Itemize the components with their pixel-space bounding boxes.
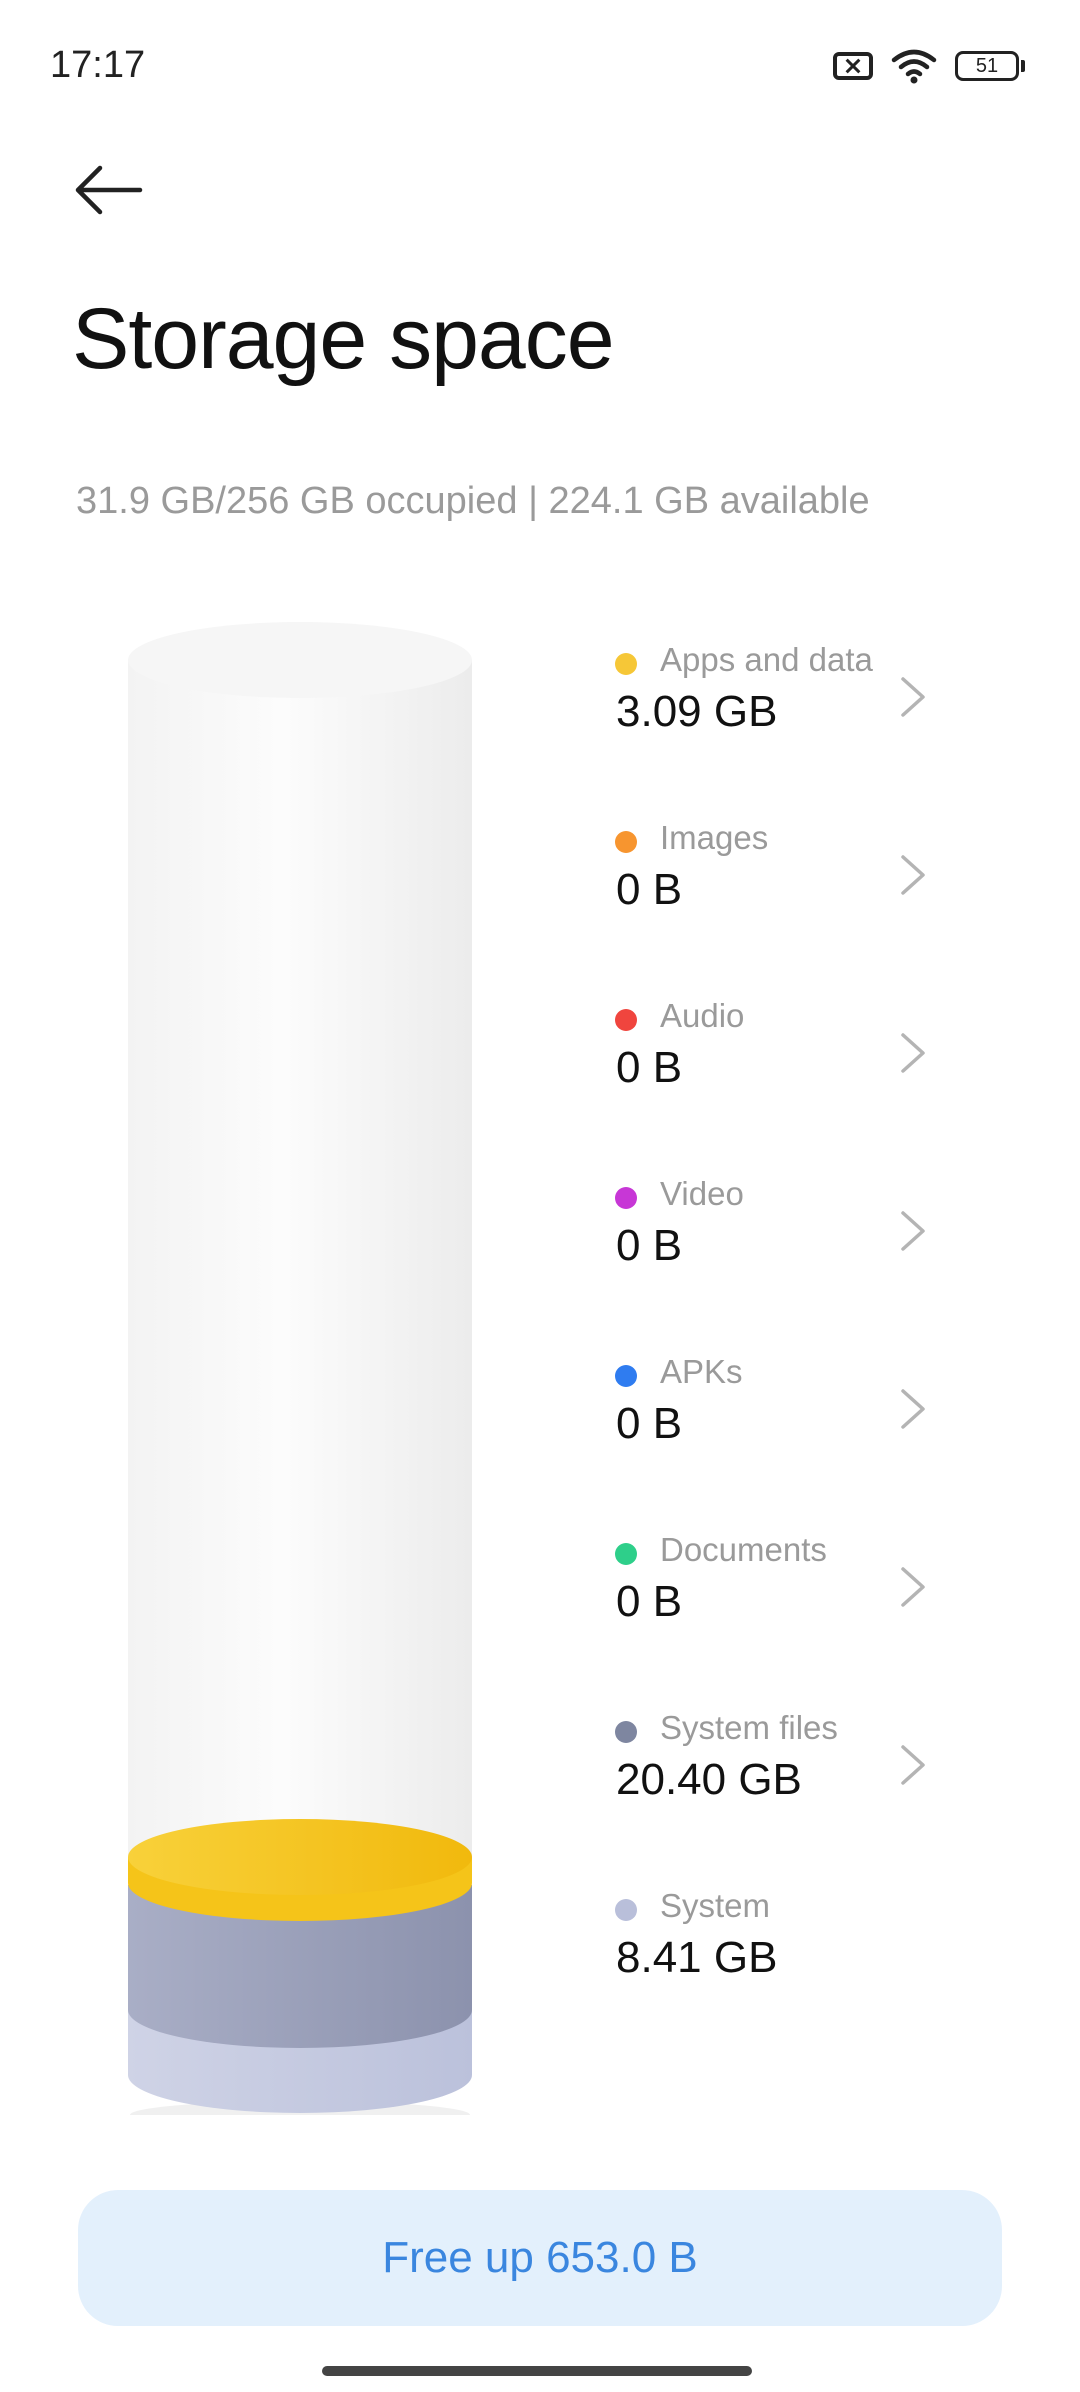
category-system: System 8.41 GB	[612, 1881, 942, 2059]
chevron-right-icon	[901, 855, 925, 895]
category-label: Video	[660, 1175, 744, 1212]
category-system-files[interactable]: System files 20.40 GB	[612, 1703, 942, 1881]
storage-cylinder-chart	[128, 622, 472, 2115]
category-label: Apps and data	[660, 641, 873, 678]
category-label: System files	[660, 1709, 838, 1746]
page-title: Storage space	[72, 291, 615, 387]
legend-dot	[615, 1721, 637, 1743]
legend-dot	[615, 653, 637, 675]
cylinder-top	[128, 622, 472, 698]
battery-tip	[1021, 60, 1025, 72]
arrow-left-icon	[75, 165, 143, 215]
category-value: 8.41 GB	[616, 1933, 778, 1982]
legend-dot	[615, 1899, 637, 1921]
category-label: System	[660, 1887, 771, 1924]
category-label: Audio	[660, 997, 745, 1034]
category-label: Documents	[660, 1531, 827, 1568]
category-value: 0 B	[616, 865, 683, 914]
category-documents[interactable]: Documents 0 B	[612, 1525, 942, 1703]
free-up-button[interactable]: Free up 653.0 B	[78, 2190, 1002, 2326]
sim-disabled-icon	[833, 52, 873, 80]
chevron-right-icon	[901, 1211, 925, 1251]
category-audio[interactable]: Audio 0 B	[612, 991, 942, 1169]
home-indicator[interactable]	[322, 2366, 752, 2376]
category-value: 0 B	[616, 1221, 683, 1270]
category-value: 3.09 GB	[616, 687, 778, 736]
legend-dot	[615, 831, 637, 853]
status-icons: 51	[833, 48, 1025, 84]
battery-icon: 51	[955, 51, 1025, 81]
category-apks[interactable]: APKs 0 B	[612, 1347, 942, 1525]
storage-summary: 31.9 GB/256 GB occupied | 224.1 GB avail…	[76, 480, 870, 522]
category-label: Images	[660, 819, 769, 856]
category-value: 20.40 GB	[616, 1755, 802, 1804]
category-label: APKs	[660, 1353, 743, 1390]
legend-dot	[615, 1543, 637, 1565]
chevron-right-icon	[901, 1745, 925, 1785]
category-list: Apps and data 3.09 GB Images 0 B Audio 0…	[612, 635, 942, 2059]
back-button[interactable]	[70, 155, 150, 225]
wifi-icon	[891, 49, 937, 84]
chevron-right-icon	[901, 677, 925, 717]
category-apps-and-data[interactable]: Apps and data 3.09 GB	[612, 635, 942, 813]
battery-level: 51	[955, 51, 1019, 81]
category-value: 0 B	[616, 1577, 683, 1626]
category-images[interactable]: Images 0 B	[612, 813, 942, 991]
chevron-right-icon	[901, 1389, 925, 1429]
legend-dot	[615, 1365, 637, 1387]
legend-dot	[615, 1009, 637, 1031]
legend-dot	[615, 1187, 637, 1209]
category-value: 0 B	[616, 1043, 683, 1092]
status-bar: 17:17 51	[0, 0, 1080, 130]
chevron-right-icon	[901, 1033, 925, 1073]
category-value: 0 B	[616, 1399, 683, 1448]
cylinder-empty-body	[128, 660, 472, 1875]
chevron-right-icon	[901, 1567, 925, 1607]
segment-apps-top	[128, 1819, 472, 1895]
status-time: 17:17	[50, 44, 146, 86]
category-video[interactable]: Video 0 B	[612, 1169, 942, 1347]
